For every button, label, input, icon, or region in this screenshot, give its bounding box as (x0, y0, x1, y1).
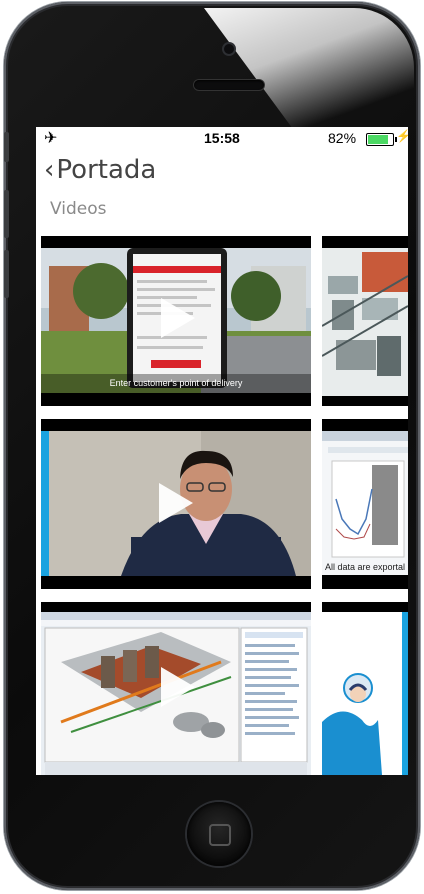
screen-glare (204, 8, 414, 128)
video-thumbnail[interactable]: Enter customer's point of delivery (41, 236, 311, 406)
video-caption: All data are exportal (325, 562, 406, 572)
video-thumbnail-image (322, 248, 408, 396)
volume-up-button (4, 190, 9, 238)
charging-icon: ⚡ (396, 129, 408, 143)
back-label: Portada (56, 155, 157, 185)
earpiece-speaker (194, 80, 264, 90)
page-title: Videos (50, 199, 107, 219)
video-thumbnail[interactable] (41, 602, 311, 775)
front-camera (224, 44, 234, 54)
back-button[interactable]: ‹Portada (44, 155, 156, 185)
mute-switch (4, 132, 9, 162)
status-time: 15:58 (204, 130, 240, 146)
video-caption: Enter customer's point of delivery (109, 378, 243, 388)
video-thumbnail-image (322, 612, 408, 775)
video-thumbnail[interactable] (41, 419, 311, 589)
home-square-icon (209, 824, 231, 846)
airplane-mode-icon: ✈ (44, 130, 58, 147)
video-thumbnail[interactable] (322, 236, 408, 406)
chevron-left-icon: ‹ (44, 155, 55, 185)
battery-fill (368, 135, 388, 144)
play-icon (159, 483, 193, 523)
video-thumbnail[interactable]: All data are exportal (322, 419, 408, 589)
status-bar: ✈ 15:58 82% ⚡ (36, 127, 408, 149)
home-button[interactable] (187, 802, 251, 866)
battery-icon (366, 133, 397, 146)
video-thumbnail[interactable] (322, 602, 408, 775)
screen: ✈ 15:58 82% ⚡ ‹Portada Videos Enter cust… (36, 127, 408, 775)
play-icon (161, 298, 195, 338)
play-icon (161, 667, 195, 707)
volume-down-button (4, 250, 9, 298)
battery-percent: 82% (328, 130, 357, 146)
